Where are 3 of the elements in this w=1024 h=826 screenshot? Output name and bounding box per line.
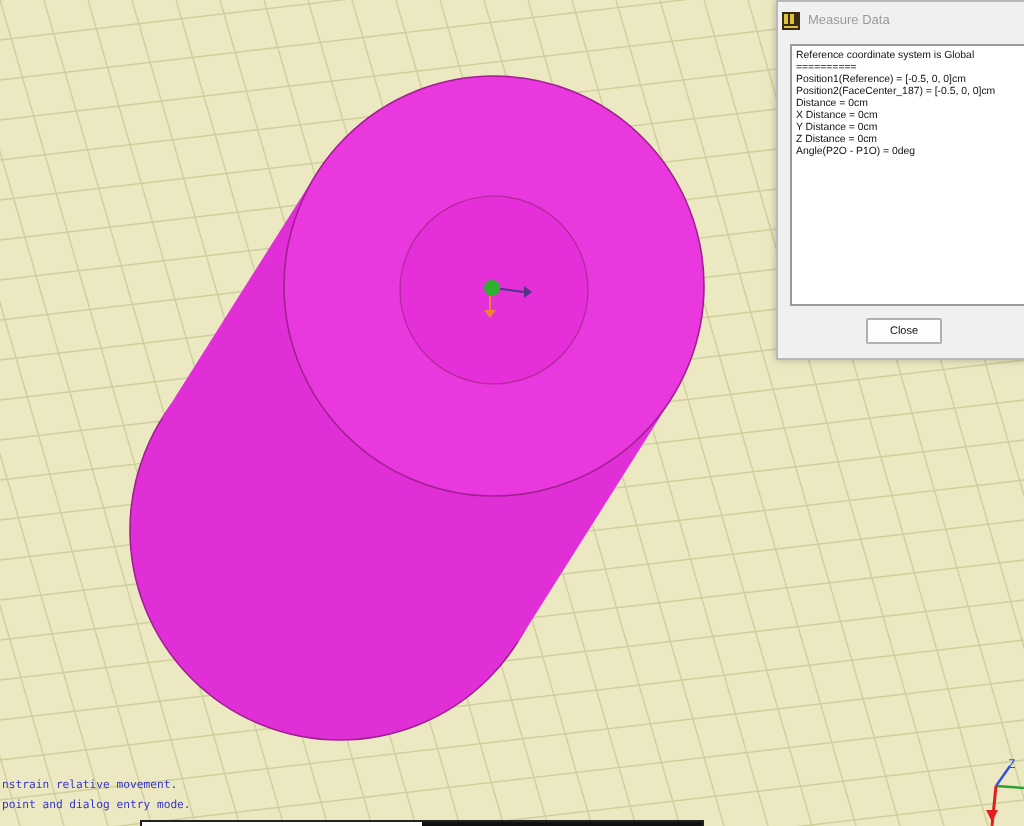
app-icon bbox=[782, 11, 800, 29]
axis-gizmo-icon bbox=[484, 280, 532, 318]
axis-triad-icon bbox=[986, 765, 1024, 826]
